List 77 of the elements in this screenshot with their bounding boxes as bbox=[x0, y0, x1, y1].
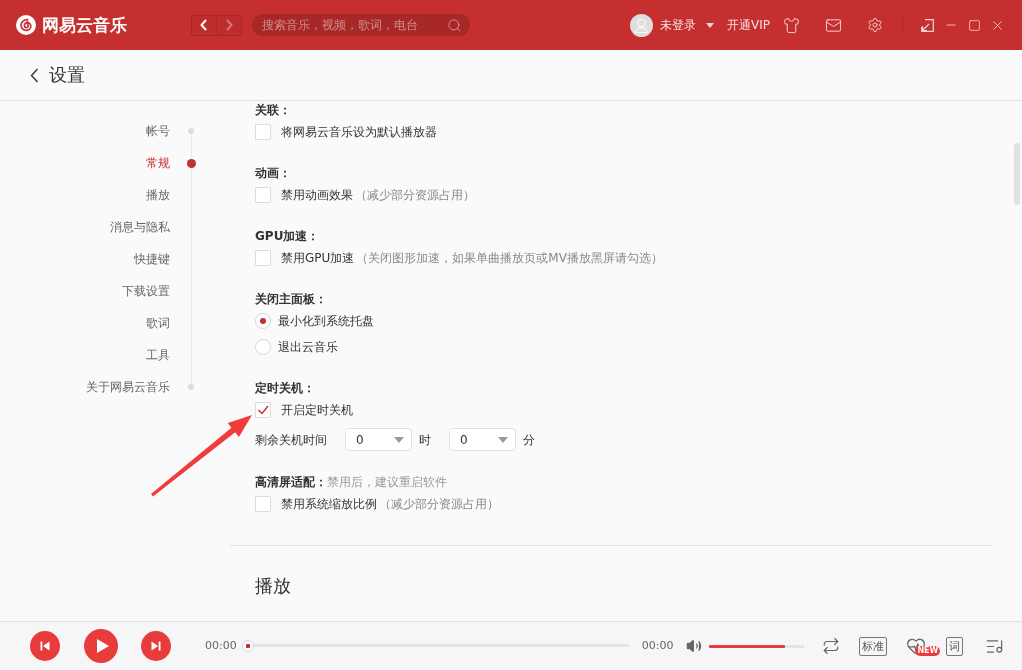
chevron-left-icon bbox=[200, 19, 208, 31]
search-icon[interactable] bbox=[447, 17, 462, 33]
repeat-icon[interactable] bbox=[822, 637, 841, 655]
sidebar-item[interactable]: 快捷键 bbox=[134, 251, 170, 267]
unit-label: 分 bbox=[523, 431, 535, 448]
section-title: 高清屏适配： bbox=[255, 474, 327, 491]
play-button[interactable] bbox=[84, 629, 118, 663]
checkbox[interactable] bbox=[255, 124, 271, 140]
option-label: 开启定时关机 bbox=[281, 402, 353, 418]
logo-icon bbox=[16, 15, 36, 35]
hint-text: 禁用后，建议重启软件 bbox=[327, 474, 447, 491]
caret-down-icon bbox=[498, 436, 508, 443]
next-button[interactable] bbox=[141, 631, 171, 661]
volume-icon[interactable] bbox=[686, 638, 703, 654]
resize-arrow-icon[interactable] bbox=[921, 18, 934, 32]
checkbox[interactable] bbox=[255, 496, 271, 512]
shirt-icon[interactable] bbox=[783, 16, 800, 34]
volume-track[interactable] bbox=[709, 644, 805, 648]
scrollbar-thumb[interactable] bbox=[1014, 143, 1020, 205]
option-label: 禁用GPU加速 bbox=[281, 250, 355, 266]
sidebar-item[interactable]: 歌词 bbox=[146, 315, 170, 331]
play-icon bbox=[96, 639, 109, 653]
option-label: 将网易云音乐设为默认播放器 bbox=[281, 124, 437, 140]
new-badge: NEW bbox=[915, 646, 941, 656]
checkbox[interactable] bbox=[255, 402, 271, 418]
dropdown[interactable]: 0 bbox=[449, 428, 516, 451]
option-label: 剩余关机时间 bbox=[255, 431, 327, 448]
option-label: 禁用动画效果 bbox=[281, 187, 353, 203]
quality-button[interactable]: 标准 bbox=[859, 636, 888, 656]
vip-link[interactable]: 开通VIP bbox=[727, 16, 770, 34]
note-text: （减少部分资源占用） bbox=[379, 496, 499, 512]
duration-time: 00:00 bbox=[641, 639, 674, 653]
previous-button[interactable] bbox=[30, 631, 60, 661]
timeline-dot-icon bbox=[188, 128, 194, 134]
maximize-icon[interactable] bbox=[968, 18, 981, 32]
lyrics-button[interactable]: 词 bbox=[946, 636, 964, 656]
login-link[interactable]: 未登录 bbox=[660, 16, 696, 34]
sidebar-item[interactable]: 播放 bbox=[146, 187, 170, 203]
settings-icon[interactable] bbox=[867, 17, 883, 33]
avatar-icon[interactable] bbox=[630, 13, 653, 37]
elapsed-time: 00:00 bbox=[205, 639, 237, 653]
sidebar-item[interactable]: 消息与隐私 bbox=[110, 219, 170, 235]
sidebar-item[interactable]: 帐号 bbox=[146, 123, 170, 139]
unit-label: 时 bbox=[419, 431, 431, 448]
option-label: 最小化到系统托盘 bbox=[278, 313, 374, 329]
back-button[interactable] bbox=[191, 14, 217, 36]
sidebar-item[interactable]: 下载设置 bbox=[122, 283, 170, 299]
chevron-right-icon bbox=[225, 19, 233, 31]
sidebar-item[interactable]: 工具 bbox=[146, 347, 170, 363]
app-name: 网易云音乐 bbox=[42, 14, 127, 36]
section-title: 关闭主面板： bbox=[255, 291, 327, 308]
option-label: 退出云音乐 bbox=[278, 339, 338, 355]
search-field[interactable]: 搜索音乐，视频，歌词，电台 bbox=[252, 14, 470, 36]
caret-down-icon[interactable] bbox=[706, 22, 714, 28]
timeline-dot-icon bbox=[188, 384, 194, 390]
section-title: 关联： bbox=[255, 102, 291, 119]
note-text: （关闭图形加速，如果单曲播放页或MV播放黑屏请勾选） bbox=[356, 250, 663, 266]
mail-icon[interactable] bbox=[825, 16, 842, 34]
section-title: 定时关机： bbox=[255, 380, 315, 397]
sidebar-item[interactable]: 关于网易云音乐 bbox=[86, 379, 170, 395]
page-title: 设置 bbox=[49, 63, 85, 87]
radio-button[interactable] bbox=[255, 339, 271, 355]
radio-button[interactable] bbox=[255, 313, 271, 329]
section-title: 动画： bbox=[255, 165, 291, 182]
back-icon[interactable] bbox=[30, 67, 39, 83]
caret-down-icon bbox=[394, 436, 404, 443]
checkbox[interactable] bbox=[255, 187, 271, 203]
option-label: 禁用系统缩放比例 bbox=[281, 496, 377, 512]
progress-thumb[interactable] bbox=[241, 640, 254, 652]
checkbox[interactable] bbox=[255, 250, 271, 266]
section-heading: 播放 bbox=[255, 574, 291, 598]
note-text: （减少部分资源占用） bbox=[355, 187, 475, 203]
skip-back-icon bbox=[40, 641, 50, 651]
section-title: GPU加速： bbox=[255, 228, 320, 245]
sidebar-item[interactable]: 常规 bbox=[146, 155, 170, 171]
dropdown[interactable]: 0 bbox=[345, 428, 412, 451]
skip-forward-icon bbox=[151, 641, 161, 651]
